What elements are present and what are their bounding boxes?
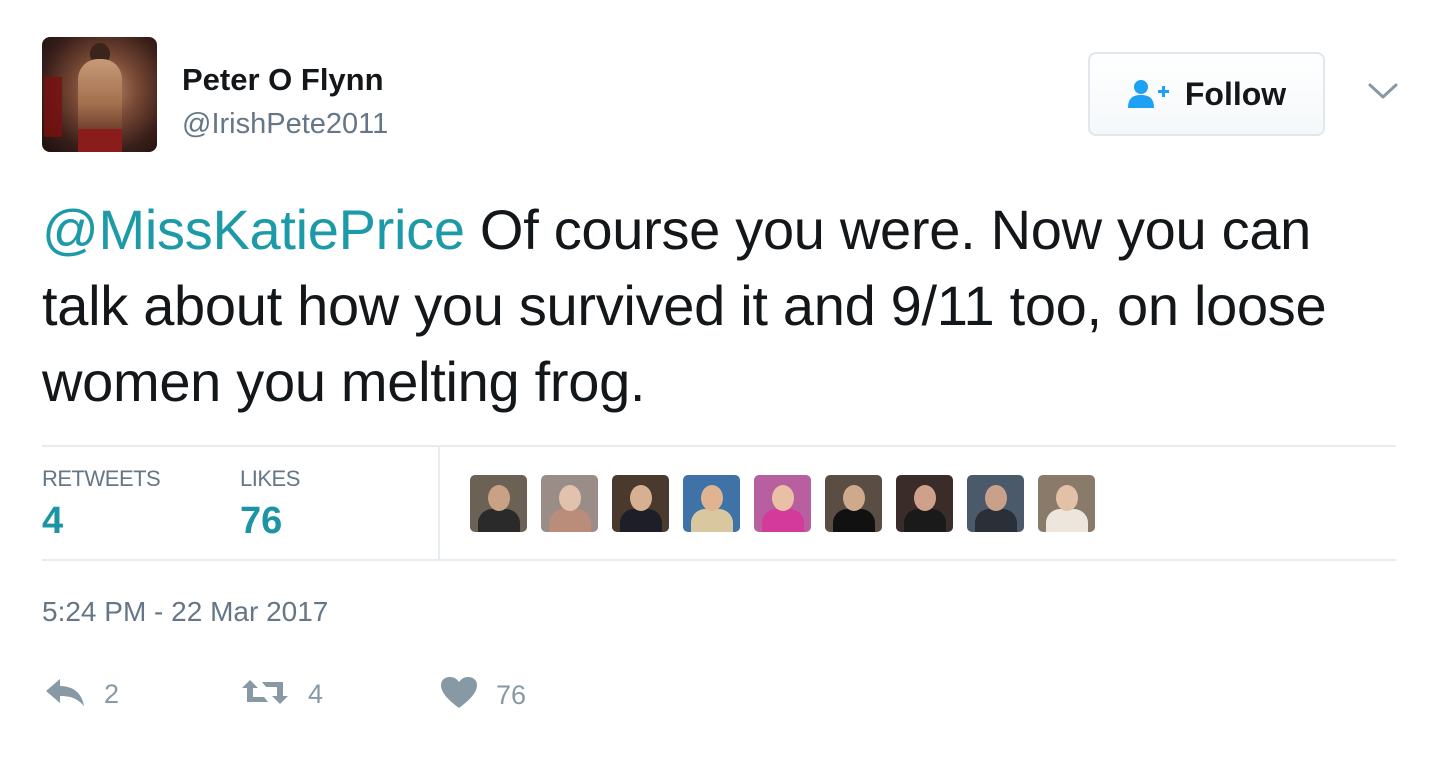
likers-list [470,475,1095,532]
liker-avatar-1[interactable] [470,475,527,532]
reply-icon [44,676,86,713]
retweets-count[interactable]: 4 [42,500,63,543]
liker-body [975,509,1017,532]
avatar-background [44,77,62,137]
heart-icon [440,676,478,715]
liker-avatar-3[interactable] [612,475,669,532]
liker-face [630,485,652,511]
user-handle[interactable]: @IrishPete2011 [182,108,388,141]
avatar-torso [78,59,122,133]
mention-link[interactable]: @MissKatiePrice [42,198,465,261]
stats-divider [438,446,440,560]
liker-face [559,485,581,511]
like-button[interactable]: 76 [440,676,526,715]
reply-count: 2 [104,679,120,709]
avatar-shorts [78,129,122,152]
liker-body [904,509,946,532]
tweet-timestamp[interactable]: 5:24 PM - 22 Mar 2017 [42,596,328,628]
display-name[interactable]: Peter O Flynn [182,62,384,98]
liker-body [478,509,520,532]
retweet-icon [240,676,290,713]
liker-avatar-9[interactable] [1038,475,1095,532]
divider-top [42,445,1396,447]
divider-bottom [42,559,1396,561]
retweets-label: RETWEETS [42,466,161,491]
chevron-down-icon[interactable] [1366,80,1400,102]
user-avatar[interactable] [42,37,157,152]
liker-face [701,485,723,511]
reply-button[interactable]: 2 [44,676,119,713]
liker-body [1046,509,1088,532]
liker-face [843,485,865,511]
liker-avatar-6[interactable] [825,475,882,532]
liker-face [772,485,794,511]
follow-label: Follow [1184,75,1287,112]
liker-face [1056,485,1078,511]
likes-label: LIKES [240,466,300,491]
liker-body [691,509,733,532]
follow-button[interactable]: Follow [1088,52,1325,136]
retweet-button[interactable]: 4 [240,676,323,713]
liker-avatar-2[interactable] [541,475,598,532]
liker-body [620,509,662,532]
liker-face [914,485,936,511]
likes-count[interactable]: 76 [240,500,282,543]
liker-body [833,509,875,532]
liker-face [985,485,1007,511]
liker-body [549,509,591,532]
liker-avatar-5[interactable] [754,475,811,532]
retweet-count: 4 [308,679,324,709]
liker-body [762,509,804,532]
liker-avatar-8[interactable] [967,475,1024,532]
liker-avatar-4[interactable] [683,475,740,532]
tweet-text: @MissKatiePrice Of course you were. Now … [42,192,1412,420]
liker-face [488,485,510,511]
liker-avatar-7[interactable] [896,475,953,532]
like-count: 76 [496,680,527,710]
add-user-icon [1127,78,1171,110]
